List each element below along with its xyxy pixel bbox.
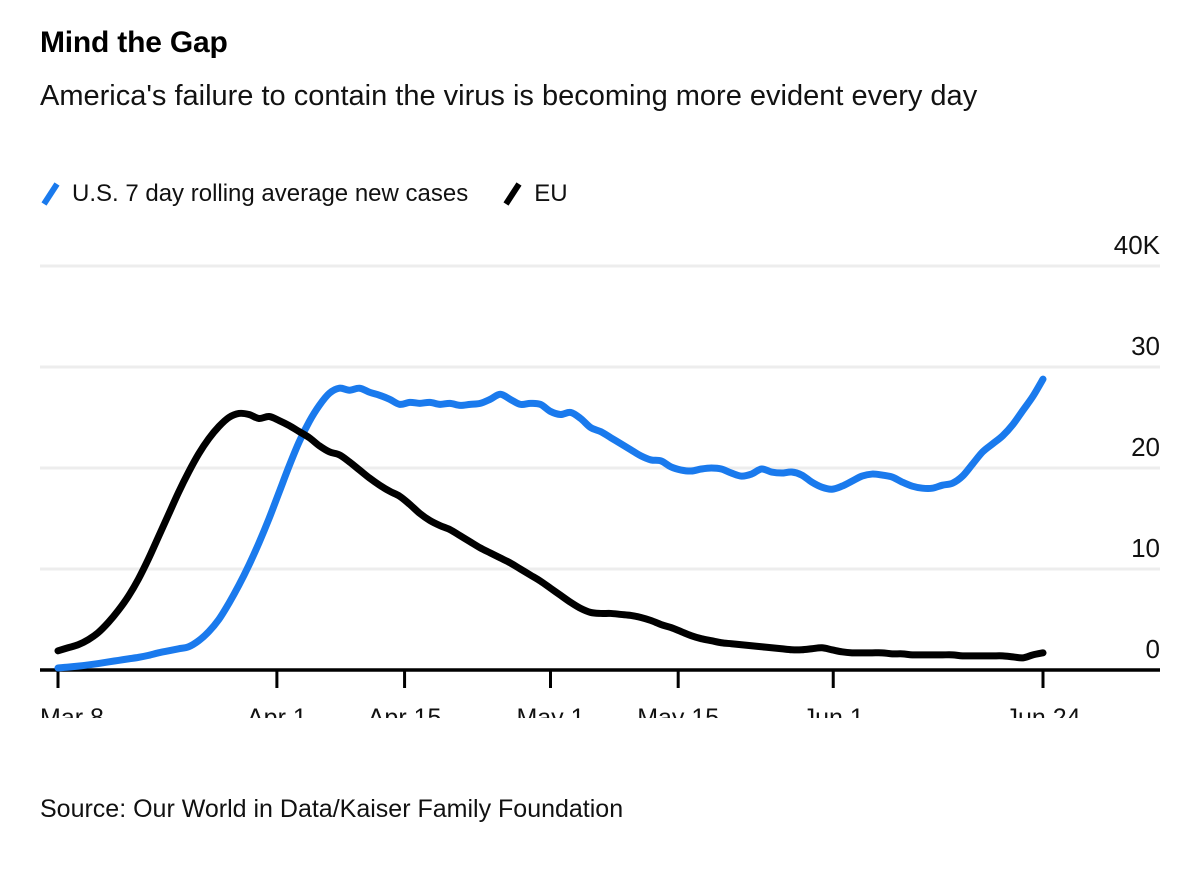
data-series <box>54 375 1047 672</box>
slash-icon <box>502 181 524 207</box>
page-subtitle: America's failure to contain the virus i… <box>40 80 978 112</box>
legend-label-eu: EU <box>534 180 568 207</box>
slash-icon <box>40 181 62 207</box>
y-tick-label: 20 <box>1131 432 1160 462</box>
y-axis-labels: 0 10 20 30 40K <box>1114 230 1161 664</box>
legend-item-eu[interactable]: EU <box>502 180 568 207</box>
x-tick-label: May 15 <box>637 704 719 718</box>
source-note: Source: Our World in Data/Kaiser Family … <box>40 795 624 823</box>
series-line <box>54 375 1047 672</box>
line-chart: 0 10 20 30 40K Mar 8 Apr 1 Apr 15 May 1 May 15 Ju… <box>40 230 1161 718</box>
x-tick-label: Apr 1 <box>247 704 307 718</box>
x-axis-ticks <box>56 670 1045 688</box>
y-tick-label: 40K <box>1114 230 1161 260</box>
y-tick-label: 0 <box>1146 634 1160 664</box>
series-line <box>54 409 1047 662</box>
y-tick-label: 30 <box>1131 331 1160 361</box>
x-tick-label: May 1 <box>516 704 584 718</box>
chart-legend: U.S. 7 day rolling average new cases EU <box>40 178 568 210</box>
legend-label-us: U.S. 7 day rolling average new cases <box>72 180 469 207</box>
chart-plot-area: 0 10 20 30 40K Mar 8 Apr 1 Apr 15 May 1 May 15 Ju… <box>0 218 1200 718</box>
x-tick-label: Jun 1 <box>803 704 864 718</box>
x-tick-label: Apr 15 <box>368 704 442 718</box>
gridlines <box>40 264 1160 571</box>
x-tick-label: Mar 8 <box>40 704 104 718</box>
x-tick-label: Jun 24 <box>1005 704 1080 718</box>
x-axis-labels: Mar 8 Apr 1 Apr 15 May 1 May 15 Jun 1 Jun 24 <box>40 704 1081 718</box>
legend-item-us[interactable]: U.S. 7 day rolling average new cases <box>40 181 468 207</box>
y-tick-label: 10 <box>1131 533 1160 563</box>
chart-page: Mind the Gap America's failure to contai… <box>0 0 1200 870</box>
page-title: Mind the Gap <box>40 26 228 59</box>
